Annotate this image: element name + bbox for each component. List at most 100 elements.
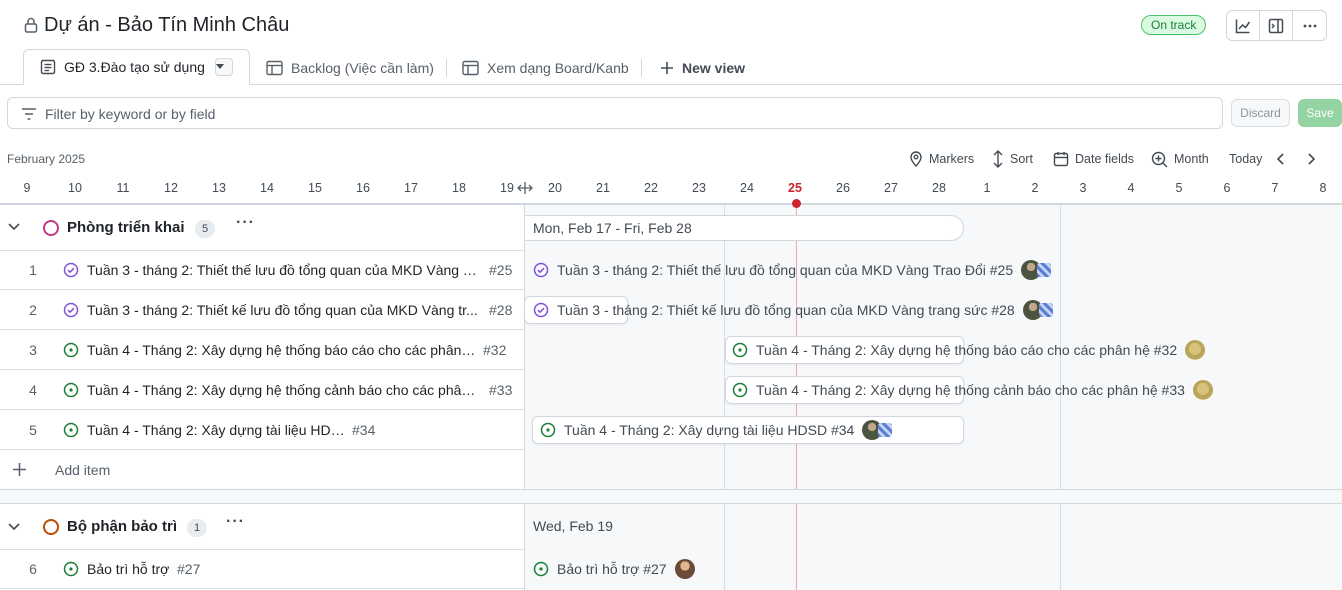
day-tick: 5 <box>1175 181 1183 195</box>
group-date-range: Wed, Feb 19 <box>524 514 634 540</box>
table-row[interactable]: 1 Tuần 3 - tháng 2: Thiết thế lưu đồ tổng… <box>0 250 525 290</box>
resize-handle-icon[interactable] <box>517 182 533 194</box>
tab-board[interactable]: Xem dạng Board/Kanb <box>462 50 632 85</box>
group-more-button[interactable]: ··· <box>236 214 255 232</box>
issue-title-link[interactable]: Tuần 3 - tháng 2: Thiết kế lưu đồ tổng q… <box>87 302 479 318</box>
issue-closed-icon <box>63 302 79 318</box>
chevron-down-icon[interactable] <box>8 223 20 231</box>
group-more-button[interactable]: ··· <box>226 513 245 531</box>
today-label: Today <box>1229 152 1263 166</box>
project-title: Dự án - Bảo Tín Minh Châu <box>44 14 290 36</box>
tab-training[interactable]: GĐ 3.Đào tạo sử dụng <box>23 49 250 85</box>
assignees-avatars[interactable] <box>1021 260 1052 280</box>
new-view-button[interactable]: New view <box>660 50 745 85</box>
day-tick: 26 <box>836 181 850 195</box>
table-row[interactable]: 4 Tuần 4 - Tháng 2: Xây dựng hệ thống cản… <box>0 370 525 410</box>
issue-title-link[interactable]: Tuần 4 - Tháng 2: Xây dựng hệ thống báo … <box>87 342 479 358</box>
issue-closed-icon <box>533 302 549 318</box>
calendar-icon <box>1053 152 1069 167</box>
group-header-maintenance[interactable]: Bộ phận bảo trì 1 ··· <box>0 505 525 550</box>
day-tick: 4 <box>1127 181 1135 195</box>
markers-label: Markers <box>929 152 975 166</box>
table-row[interactable]: 5 Tuần 4 - Tháng 2: Xây dựng tài liệu HDS… <box>0 410 525 450</box>
timeline-item-label: Tuần 3 - tháng 2: Thiết thế lưu đồ tổng … <box>557 262 1014 278</box>
save-button[interactable]: Save <box>1298 99 1342 127</box>
sort-button[interactable]: Sort <box>992 149 1033 169</box>
issue-number: #27 <box>177 561 201 577</box>
tab-backlog[interactable]: Backlog (Việc cần làm) <box>266 50 434 85</box>
day-tick: 18 <box>452 181 466 195</box>
group-color-indicator <box>43 220 59 236</box>
issue-status <box>63 302 79 323</box>
table-row[interactable]: 2 Tuần 3 - tháng 2: Thiết kế lưu đồ tổng … <box>0 290 525 330</box>
day-tick: 2 <box>1031 181 1039 195</box>
day-tick: 22 <box>644 181 658 195</box>
chevron-down-icon[interactable] <box>8 523 20 531</box>
side-panel-button[interactable] <box>1260 11 1293 40</box>
assignees-avatars[interactable] <box>862 420 893 440</box>
row-number: 1 <box>29 262 37 278</box>
day-tick: 17 <box>404 181 418 195</box>
table-icon <box>462 60 479 75</box>
table-row[interactable]: 3 Tuần 4 - Tháng 2: Xây dựng hệ thống báo… <box>0 330 525 370</box>
table-icon <box>266 60 283 75</box>
issue-number: #32 <box>483 342 507 358</box>
insights-button[interactable] <box>1227 11 1260 40</box>
location-icon <box>910 151 922 167</box>
day-tick: 12 <box>164 181 178 195</box>
group-header-deployment[interactable]: Phòng triển khai 5 ··· <box>0 206 525 251</box>
issue-status <box>63 422 79 443</box>
assignee-avatar[interactable] <box>674 559 695 579</box>
issue-status <box>63 561 79 582</box>
row-number: 6 <box>29 561 37 577</box>
day-tick: 13 <box>212 181 226 195</box>
issue-opened-icon <box>63 342 79 358</box>
assignees-avatars[interactable] <box>1022 300 1053 320</box>
tab-label: Backlog (Việc cần làm) <box>291 59 434 76</box>
timeline-item[interactable]: Tuần 3 - tháng 2: Thiết thế lưu đồ tổng … <box>533 250 1052 290</box>
header-actions <box>1226 10 1327 41</box>
issue-title-link[interactable]: Tuần 3 - tháng 2: Thiết thế lưu đồ tổng … <box>87 262 479 278</box>
timeline-item[interactable]: Bảo trì hỗ trợ #27 <box>533 549 695 589</box>
timeline-item[interactable]: Tuần 4 - Tháng 2: Xây dựng hệ thống báo … <box>732 330 1206 370</box>
more-options-button[interactable] <box>1293 11 1326 40</box>
group-separator <box>0 489 1342 504</box>
table-view-icon <box>40 59 56 75</box>
zoom-in-icon <box>1151 151 1168 167</box>
filter-icon <box>22 108 36 120</box>
issue-number: #33 <box>489 382 513 398</box>
issue-title-link[interactable]: Tuần 4 - Tháng 2: Xây dựng tài liệu HDSD <box>87 422 349 438</box>
timeline-item[interactable]: Tuần 4 - Tháng 2: Xây dựng tài liệu HDSD… <box>540 410 893 450</box>
add-item-row[interactable]: Add item <box>0 450 525 490</box>
issue-opened-icon <box>63 382 79 398</box>
tab-options-button[interactable] <box>214 58 233 76</box>
tab-divider <box>641 59 642 77</box>
issue-closed-icon <box>63 262 79 278</box>
timeline-item[interactable]: Tuần 4 - Tháng 2: Xây dựng hệ thống cảnh… <box>732 370 1213 410</box>
day-tick: 7 <box>1271 181 1279 195</box>
day-tick: 11 <box>116 181 130 195</box>
sort-label: Sort <box>1010 152 1033 166</box>
group-name: Bộ phận bảo trì <box>67 518 177 535</box>
issue-closed-icon <box>533 262 549 278</box>
today-button[interactable]: Today <box>1229 149 1262 169</box>
markers-button[interactable]: Markers <box>909 149 974 169</box>
assignee-avatar[interactable] <box>1192 380 1213 400</box>
timeline-item[interactable]: Tuần 3 - tháng 2: Thiết kế lưu đồ tổng q… <box>533 290 1053 330</box>
next-button[interactable] <box>1306 149 1322 169</box>
day-tick: 28 <box>932 181 946 195</box>
previous-button[interactable] <box>1276 149 1292 169</box>
issue-title-link[interactable]: Tuần 4 - Tháng 2: Xây dựng hệ thống cảnh… <box>87 382 479 398</box>
day-tick: 24 <box>740 181 754 195</box>
table-row[interactable]: 6 Bảo trì hỗ trợ #27 <box>0 549 525 589</box>
discard-button[interactable]: Discard <box>1231 99 1290 127</box>
timeline-item-label: Tuần 4 - Tháng 2: Xây dựng hệ thống cảnh… <box>756 382 1185 398</box>
sidebar-icon <box>1268 18 1284 33</box>
row-number: 3 <box>29 342 37 358</box>
filter-input[interactable]: Filter by keyword or by field <box>7 97 1223 129</box>
date-fields-button[interactable]: Date fields <box>1053 149 1134 169</box>
zoom-button[interactable]: Month <box>1151 149 1209 169</box>
assignee-avatar[interactable] <box>1185 340 1206 360</box>
status-badge[interactable]: On track <box>1141 15 1207 35</box>
issue-title-link[interactable]: Bảo trì hỗ trợ <box>87 561 177 577</box>
